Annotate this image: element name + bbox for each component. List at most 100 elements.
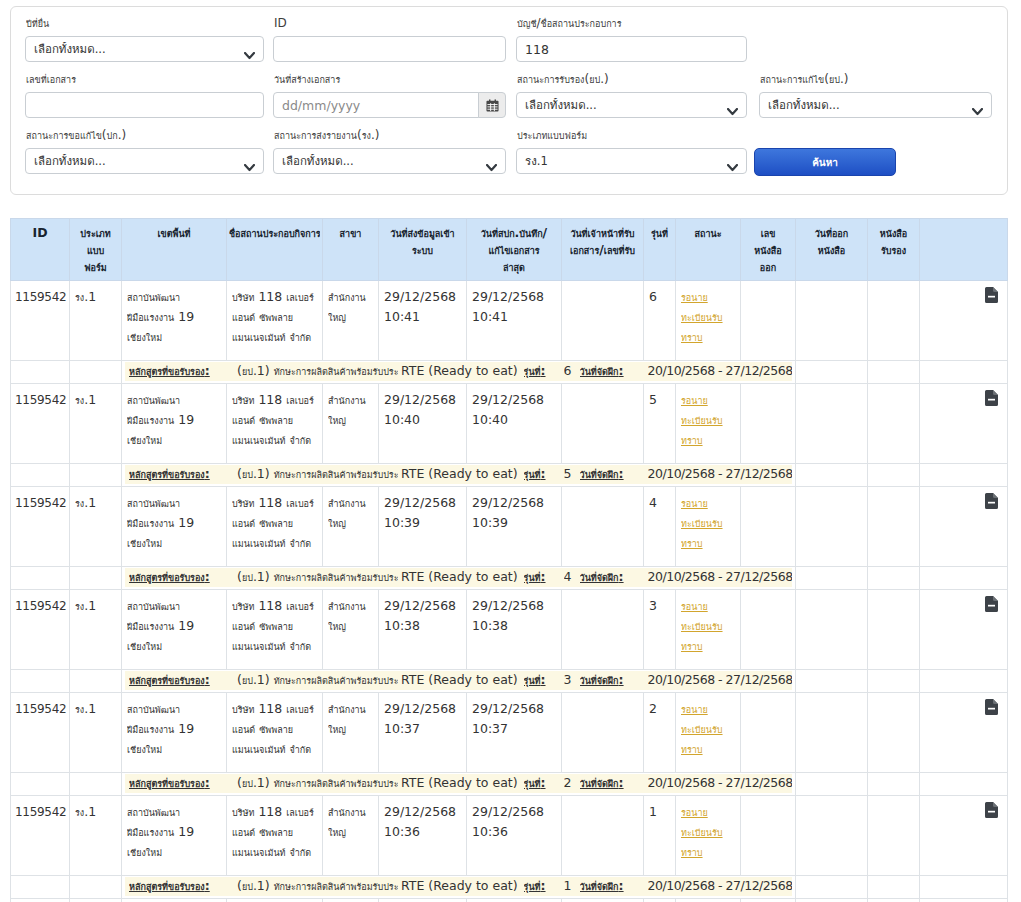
cell-submitted-date (379, 899, 467, 902)
status-link[interactable]: รอนายทะเบียนรับทราบ (681, 493, 735, 553)
cert-status-select[interactable]: เลือกทั้งหมด... (516, 92, 747, 118)
calendar-button[interactable] (478, 92, 506, 118)
course-sub-row: หลักสูตรที่ขอรับรอง:(ยป.1) ทักษะการผลิตส… (11, 670, 1008, 693)
status-link[interactable]: รอนายทะเบียนรับทราบ (681, 802, 735, 862)
course-cell: หลักสูตรที่ขอรับรอง:(ยป.1) ทักษะการผลิตส… (122, 361, 796, 384)
cell-status (676, 899, 741, 902)
cell-submitted-date: 29/12/256810:37 (379, 693, 467, 773)
cell-certificate (868, 693, 920, 773)
cell-doc-no (741, 590, 796, 670)
cell-branch: สำนักงานใหญ่ (323, 693, 379, 773)
cell-submitted-date: 29/12/256810:36 (379, 796, 467, 876)
cell-received-date (562, 487, 644, 567)
cell-id: 1159542 (11, 487, 70, 567)
filter-label-year: ปีที่ยื่น (26, 16, 264, 30)
search-button[interactable]: ค้นหา (754, 148, 896, 176)
course-cell: หลักสูตรที่ขอรับรอง:(ยป.1) ทักษะการผลิตส… (122, 773, 796, 796)
status-link[interactable]: รอนายทะเบียนรับทราบ (681, 596, 735, 656)
cell-area (122, 899, 227, 902)
cell-modified-date: 29/12/256810:36 (467, 796, 562, 876)
course-info: หลักสูตรที่ขอรับรอง:(ยป.1) ทักษะการผลิตส… (125, 671, 792, 690)
cell-batch: 4 (644, 487, 676, 567)
account-input[interactable] (516, 36, 747, 62)
col-header-branch: สาขา (323, 219, 379, 281)
course-info: หลักสูตรที่ขอรับรอง:(ยป.1) ทักษะการผลิตส… (125, 774, 792, 793)
cell-id: 1159542 (11, 796, 70, 876)
document-icon[interactable] (985, 802, 998, 818)
status-link[interactable]: รอนายทะเบียนรับทราบ (681, 699, 735, 759)
status-link[interactable]: รอนายทะเบียนรับทราบ (681, 390, 735, 450)
cell-form-type: รง.1 (70, 590, 122, 670)
course-sub-row: หลักสูตรที่ขอรับรอง:(ยป.1) ทักษะการผลิตส… (11, 773, 1008, 796)
cell-form-type: รง.1 (70, 281, 122, 361)
document-icon[interactable] (985, 699, 998, 715)
amend-status-select[interactable]: เลือกทั้งหมด... (25, 148, 264, 174)
document-icon[interactable] (985, 596, 998, 612)
cell-issue-date (796, 384, 868, 464)
filter-label-docno: เลขที่เอกสาร (26, 72, 264, 86)
cell-company (227, 899, 323, 902)
cell-id: 1159542 (11, 281, 70, 361)
edit-status-select[interactable]: เลือกทั้งหมด... (759, 92, 992, 118)
cell-company: บริษัท 118 เลเบอร์แอนด์ ซัพพลายแมนเนจเม้… (227, 281, 323, 361)
cell-doc-no (741, 796, 796, 876)
cell-certificate (868, 281, 920, 361)
document-icon[interactable] (985, 493, 998, 509)
doc-no-input[interactable] (25, 92, 264, 118)
cell-issue-date (796, 590, 868, 670)
cell-status: รอนายทะเบียนรับทราบ (676, 693, 741, 773)
cell-actions (920, 384, 1008, 464)
year-select[interactable]: เลือกทั้งหมด... (25, 36, 264, 62)
col-header-issue-date: วันที่ออกหนังสือ (796, 219, 868, 281)
cell-received-date (562, 899, 644, 902)
cell-branch: สำนักงานใหญ่ (323, 796, 379, 876)
cell-actions (920, 796, 1008, 876)
cell-company: บริษัท 118 เลเบอร์แอนด์ ซัพพลายแมนเนจเม้… (227, 487, 323, 567)
filter-label-amend-status: สถานะการขอแก้ไข(ปก.) (26, 128, 264, 142)
doc-date-input[interactable] (273, 92, 479, 118)
course-info: หลักสูตรที่ขอรับรอง:(ยป.1) ทักษะการผลิตส… (125, 568, 792, 587)
col-header-actions (920, 219, 1008, 281)
cell-submitted-date: 29/12/256810:41 (379, 281, 467, 361)
cell-issue-date (796, 693, 868, 773)
cell-status: รอนายทะเบียนรับทราบ (676, 796, 741, 876)
cell-doc-no (741, 281, 796, 361)
cell-submitted-date: 29/12/256810:38 (379, 590, 467, 670)
cell-status: รอนายทะเบียนรับทราบ (676, 590, 741, 670)
course-sub-row: หลักสูตรที่ขอรับรอง:(ยป.1) ทักษะการผลิตส… (11, 876, 1008, 899)
col-header-company: ชื่อสถานประกอบกิจการ (227, 219, 323, 281)
document-icon[interactable] (985, 287, 998, 303)
table-row: 1159542 รง.1 สถาบันพัฒนาฝีมือแรงงาน 19เช… (11, 384, 1008, 464)
cell-branch: สำนักงานใหญ่ (323, 590, 379, 670)
cell-area: สถาบันพัฒนาฝีมือแรงงาน 19เชียงใหม่ (122, 590, 227, 670)
course-cell: หลักสูตรที่ขอรับรอง:(ยป.1) ทักษะการผลิตส… (122, 876, 796, 899)
cell-received-date (562, 281, 644, 361)
col-header-modified-date: วันที่สปก.บันทึก/แก้ไขเอกสารล่าสุด (467, 219, 562, 281)
cell-branch: สำนักงานใหญ่ (323, 384, 379, 464)
table-row: 1159542 รง.1 สถาบันพัฒนาฝีมือแรงงาน 19เช… (11, 590, 1008, 670)
id-input[interactable] (273, 36, 506, 62)
form-type-select[interactable]: รง.1 (516, 148, 747, 174)
table-row: 1159542 รง.1 สถาบันพัฒนาฝีมือแรงงาน 19เช… (11, 796, 1008, 876)
table-row (11, 899, 1008, 902)
cell-modified-date: 29/12/256810:37 (467, 693, 562, 773)
status-link[interactable]: รอนายทะเบียนรับทราบ (681, 287, 735, 347)
document-icon[interactable] (985, 390, 998, 406)
cell-certificate (868, 384, 920, 464)
cell-form-type: รง.1 (70, 487, 122, 567)
cell-issue-date (796, 899, 868, 902)
cell-actions (920, 590, 1008, 670)
cell-submitted-date: 29/12/256810:39 (379, 487, 467, 567)
report-status-select[interactable]: เลือกทั้งหมด... (273, 148, 506, 174)
course-sub-row: หลักสูตรที่ขอรับรอง:(ยป.1) ทักษะการผลิตส… (11, 361, 1008, 384)
cell-received-date (562, 590, 644, 670)
cell-received-date (562, 796, 644, 876)
cell-area: สถาบันพัฒนาฝีมือแรงงาน 19เชียงใหม่ (122, 384, 227, 464)
cell-doc-no (741, 693, 796, 773)
cell-actions (920, 899, 1008, 902)
cell-issue-date (796, 487, 868, 567)
cell-received-date (562, 384, 644, 464)
cell-branch (323, 899, 379, 902)
cell-form-type (70, 899, 122, 902)
cell-batch: 3 (644, 590, 676, 670)
